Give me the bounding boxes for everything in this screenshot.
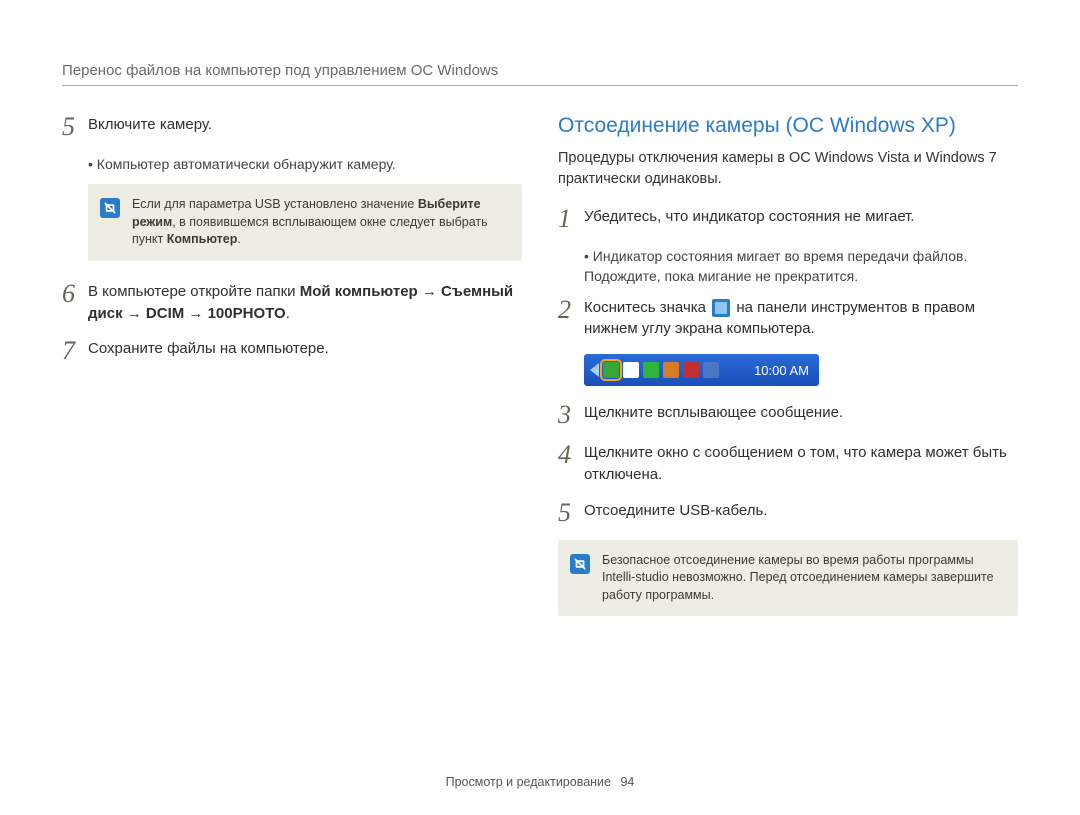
header-divider [62,85,1018,86]
left-column: 5 Включите камеру. Компьютер автоматичес… [62,114,522,636]
taskbar-clock: 10:00 AM [754,363,819,378]
step-5r: 5 Отсоедините USB-кабель. [558,500,1018,526]
note-icon [100,198,120,218]
step-text: Сохраните файлы на компьютере. [88,338,522,364]
note1-b2: Компьютер [167,232,238,246]
note1-post: . [237,232,240,246]
step-2: 2 Коснитесь значка на панели инструменто… [558,297,1018,341]
step2-pre: Коснитесь значка [584,299,710,316]
footer-page: 94 [620,775,634,789]
tray-icon [703,362,719,378]
volume-icon [683,362,699,378]
step-1-sub: Индикатор состояния мигает во время пере… [584,246,1018,287]
step-number: 7 [62,338,88,364]
step-5-sub: Компьютер автоматически обнаружит камеру… [88,154,522,174]
tray-icon [663,362,679,378]
step-6: 6 В компьютере откройте папки Мой компью… [62,281,522,325]
step-number: 1 [558,206,584,232]
step-text: Включите камеру. [88,114,522,140]
note1-pre: Если для параметра USB установлено значе… [132,197,418,211]
tray-icon [623,362,639,378]
step-text: Щелкните окно с сообщением о том, что ка… [584,442,1018,486]
section-heading: Отсоединение камеры (ОС Windows XP) [558,114,1018,138]
note-box-1: Если для параметра USB установлено значе… [88,184,522,261]
step-text: В компьютере откройте папки Мой компьюте… [88,281,522,325]
step-number: 2 [558,297,584,341]
step-number: 6 [62,281,88,325]
step-number: 3 [558,402,584,428]
footer-section: Просмотр и редактирование [446,775,611,789]
note-box-2: Безопасное отсоединение камеры во время … [558,540,1018,617]
step-number: 5 [62,114,88,140]
page: Перенос файлов на компьютер под управлен… [0,0,1080,815]
note-icon [570,554,590,574]
taskbar-tray [584,362,719,378]
step-text: Отсоедините USB-кабель. [584,500,1018,526]
section-intro: Процедуры отключения камеры в ОС Windows… [558,148,1018,190]
step6-post: . [286,305,290,322]
page-footer: Просмотр и редактирование 94 [0,775,1080,789]
safely-remove-hardware-icon [603,362,619,378]
step-text: Щелкните всплывающее сообщение. [584,402,1018,428]
right-column: Отсоединение камеры (ОС Windows XP) Проц… [558,114,1018,636]
step-5: 5 Включите камеру. [62,114,522,140]
note-text: Если для параметра USB установлено значе… [132,196,508,249]
page-header: Перенос файлов на компьютер под управлен… [62,62,1018,79]
tray-icon [643,362,659,378]
step-3: 3 Щелкните всплывающее сообщение. [558,402,1018,428]
step6-pre: В компьютере откройте папки [88,283,300,300]
step-number: 4 [558,442,584,486]
step-text: Убедитесь, что индикатор состояния не ми… [584,206,1018,232]
step-1: 1 Убедитесь, что индикатор состояния не … [558,206,1018,232]
tray-expand-icon [590,363,599,377]
step-4: 4 Щелкните окно с сообщением о том, что … [558,442,1018,486]
xp-taskbar: 10:00 AM [584,354,819,386]
step-text: Коснитесь значка на панели инструментов … [584,297,1018,341]
note-text: Безопасное отсоединение камеры во время … [602,552,1004,605]
columns: 5 Включите камеру. Компьютер автоматичес… [62,114,1018,636]
safely-remove-icon [712,299,730,317]
step-7: 7 Сохраните файлы на компьютере. [62,338,522,364]
step-number: 5 [558,500,584,526]
